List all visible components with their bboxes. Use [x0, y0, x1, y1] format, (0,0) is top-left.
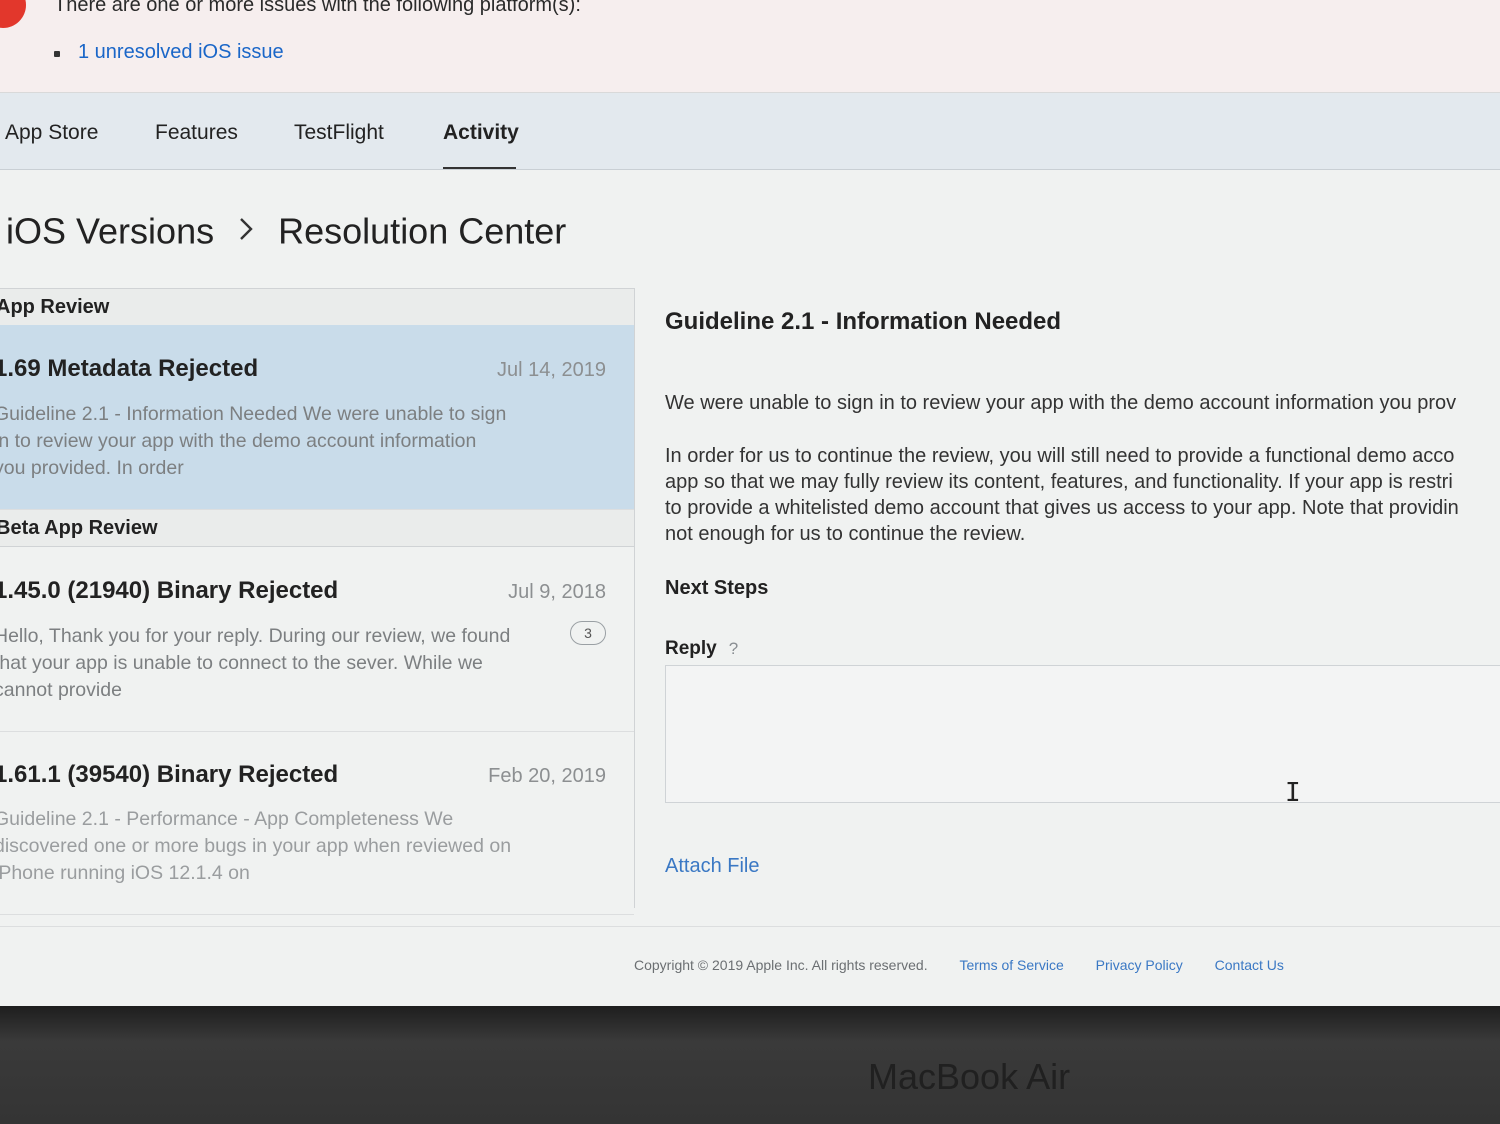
breadcrumb: iOS Versions Resolution Center	[6, 208, 566, 252]
help-icon[interactable]: ?	[729, 639, 738, 659]
reply-count-badge: 3	[570, 621, 606, 645]
preview-line: Guideline 2.1 - Information Needed We we…	[0, 403, 507, 425]
section-app-review: App Review	[0, 289, 634, 326]
section-heading: Beta App Review	[0, 517, 158, 539]
detail-paragraph-2: In order for us to continue the review, …	[665, 443, 1459, 547]
browser-screen: There are one or more issues with the fo…	[0, 0, 1500, 1006]
item-date: Jul 9, 2018	[508, 581, 606, 603]
reply-label: Reply?	[665, 638, 738, 660]
item-preview: Guideline 2.1 - Information Needed We we…	[0, 401, 554, 482]
item-title: 1.61.1 (39540) Binary Rejected	[0, 761, 339, 788]
footer: Copyright © 2019 Apple Inc. All rights r…	[634, 957, 1284, 973]
list-item-binary-rejected-2[interactable]: 1.61.1 (39540) Binary Rejected Feb 20, 2…	[0, 732, 634, 915]
bullet-icon	[54, 51, 60, 57]
tab-features[interactable]: Features	[155, 121, 238, 145]
paragraph-line: In order for us to continue the review, …	[665, 445, 1455, 467]
section-heading: App Review	[0, 296, 110, 318]
laptop-bezel	[0, 1006, 1500, 1124]
active-tab-indicator	[443, 167, 516, 169]
preview-line: that your app is unable to connect to th…	[0, 652, 483, 674]
paragraph-line: app so that we may fully review its cont…	[665, 471, 1453, 493]
item-title: 1.69 Metadata Rejected	[0, 355, 259, 382]
paragraph-line: not enough for us to continue the review…	[665, 523, 1026, 545]
privacy-policy-link[interactable]: Privacy Policy	[1096, 957, 1183, 973]
preview-line: discovered one or more bugs in your app …	[0, 835, 512, 857]
item-preview: Hello, Thank you for your reply. During …	[0, 623, 554, 704]
attach-file-link[interactable]: Attach File	[665, 855, 759, 878]
reply-textarea[interactable]	[665, 665, 1500, 803]
tab-testflight[interactable]: TestFlight	[294, 121, 384, 145]
item-preview: Guideline 2.1 - Performance - App Comple…	[0, 806, 554, 887]
tab-activity[interactable]: Activity	[443, 121, 519, 145]
reply-label-text: Reply	[665, 638, 717, 659]
preview-line: cannot provide	[0, 679, 122, 701]
page-title: Resolution Center	[278, 210, 567, 252]
message-list: App Review 1.69 Metadata Rejected Jul 14…	[0, 288, 634, 929]
paragraph-line: to provide a whitelisted demo account th…	[665, 497, 1459, 519]
chevron-right-icon	[238, 213, 254, 250]
list-item-metadata-rejected[interactable]: 1.69 Metadata Rejected Jul 14, 2019 Guid…	[0, 325, 634, 510]
detail-title: Guideline 2.1 - Information Needed	[665, 308, 1062, 335]
preview-line: Hello, Thank you for your reply. During …	[0, 625, 511, 647]
alert-banner: There are one or more issues with the fo…	[0, 0, 1500, 93]
preview-line: in to review your app with the demo acco…	[0, 430, 477, 452]
item-date: Jul 14, 2019	[497, 359, 606, 381]
next-steps-heading: Next Steps	[665, 577, 769, 599]
item-date: Feb 20, 2019	[488, 765, 606, 787]
section-beta-app-review: Beta App Review	[0, 510, 634, 547]
laptop-model-label: MacBook Air	[868, 1056, 1071, 1097]
preview-line: you provided. In order	[0, 457, 184, 479]
terms-of-service-link[interactable]: Terms of Service	[959, 957, 1063, 973]
alert-message: There are one or more issues with the fo…	[54, 0, 581, 16]
message-detail: Guideline 2.1 - Information Needed We we…	[635, 288, 1500, 928]
copyright-text: Copyright © 2019 Apple Inc. All rights r…	[634, 957, 928, 973]
footer-divider	[0, 926, 1500, 927]
unresolved-issue-link[interactable]: 1 unresolved iOS issue	[78, 41, 284, 64]
list-item-binary-rejected-1[interactable]: 1.45.0 (21940) Binary Rejected Jul 9, 20…	[0, 547, 634, 732]
detail-paragraph-1: We were unable to sign in to review your…	[665, 390, 1456, 416]
alert-icon	[0, 0, 26, 28]
preview-line: Guideline 2.1 - Performance - App Comple…	[0, 808, 454, 830]
text-cursor-icon: I	[1285, 778, 1301, 808]
item-title: 1.45.0 (21940) Binary Rejected	[0, 577, 339, 604]
tab-bar: App Store Features TestFlight Activity	[0, 93, 1500, 170]
contact-us-link[interactable]: Contact Us	[1215, 957, 1284, 973]
preview-line: iPhone running iOS 12.1.4 on	[0, 862, 250, 884]
breadcrumb-ios-versions[interactable]: iOS Versions	[6, 210, 214, 251]
tab-app-store[interactable]: App Store	[5, 121, 98, 145]
paragraph-line: We were unable to sign in to review your…	[665, 392, 1457, 414]
